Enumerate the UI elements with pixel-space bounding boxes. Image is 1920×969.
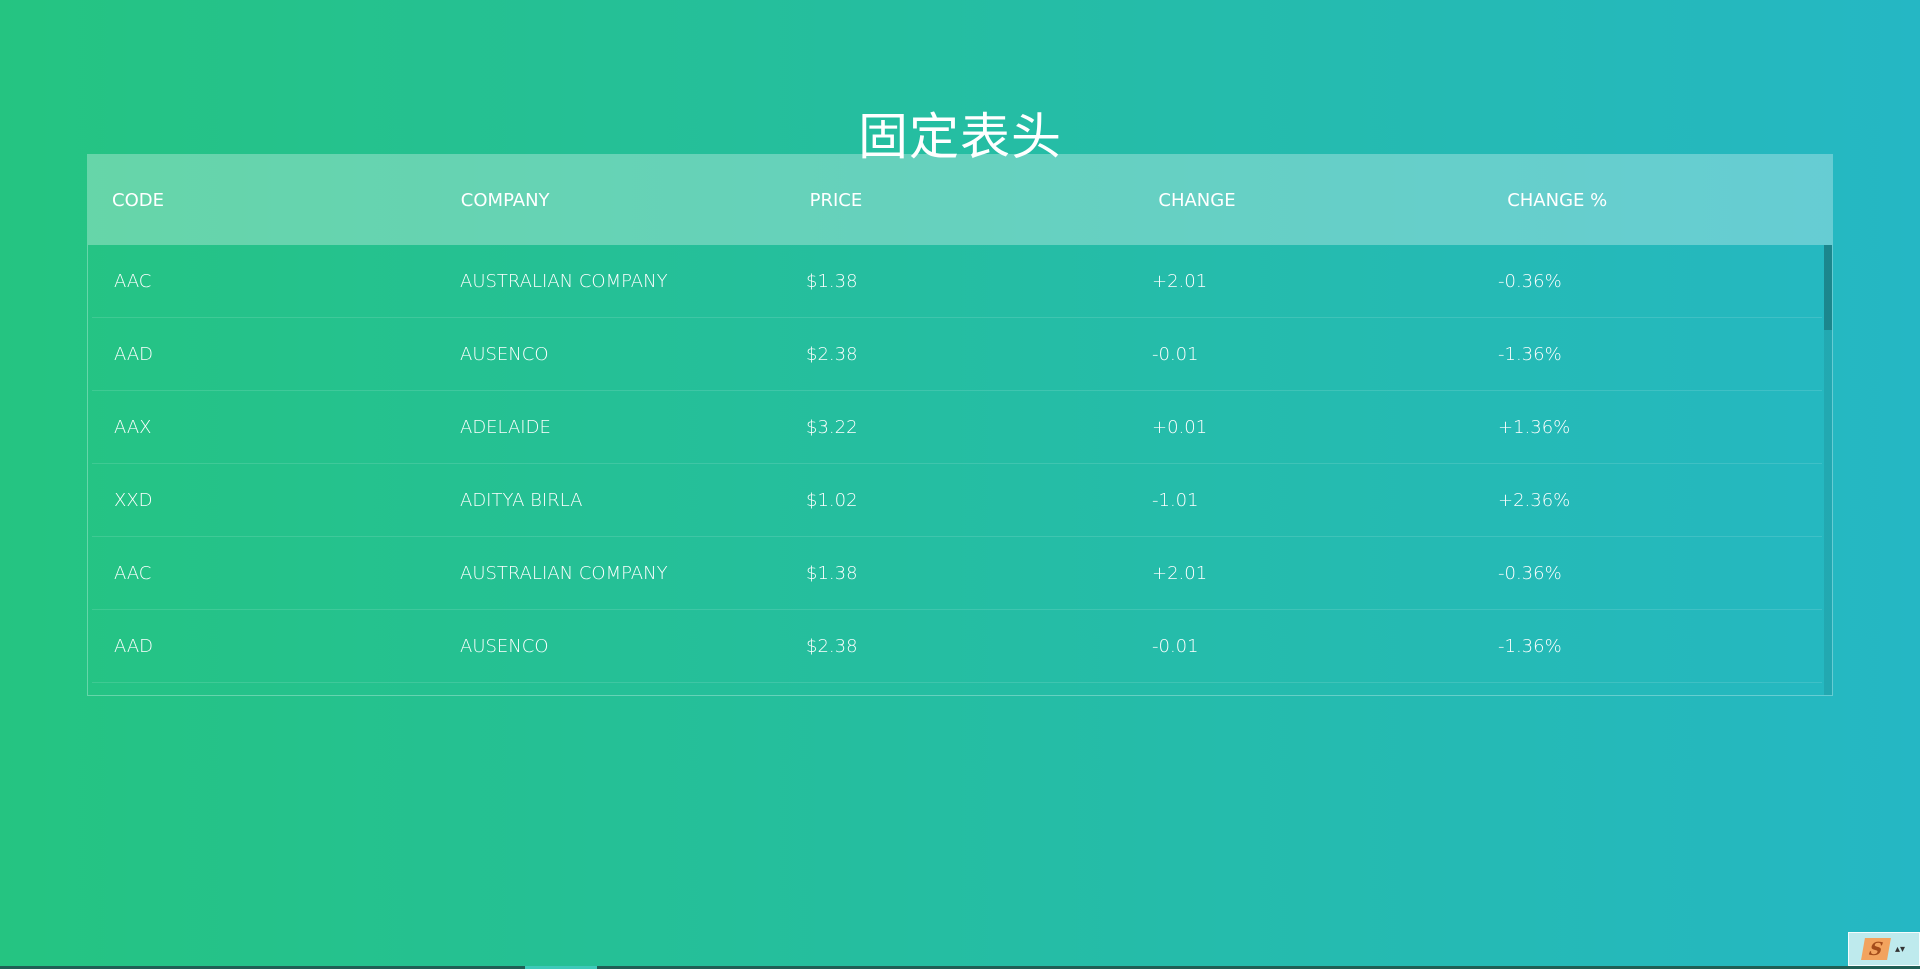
cell-price: $1.02 — [784, 464, 1130, 537]
cell-price: $3.22 — [784, 391, 1130, 464]
cell-change: +2.01 — [1130, 537, 1476, 610]
table-row: AAC AUSTRALIAN COMPANY $1.38 +2.01 -0.36… — [88, 537, 1832, 610]
cell-price: $2.38 — [784, 610, 1130, 683]
cell-change: -1.01 — [1130, 464, 1476, 537]
cell-code: AAX — [92, 391, 438, 464]
cell-company: AUSTRALIAN COMPANY — [438, 245, 784, 318]
cell-price: $1.38 — [784, 537, 1130, 610]
cell-company: AUSENCO — [438, 318, 784, 391]
cell-change: -0.01 — [1130, 318, 1476, 391]
header-price: PRICE — [809, 189, 863, 211]
cell-code: AAC — [92, 537, 438, 610]
table-header: CODE COMPANY PRICE CHANGE CHANGE % — [88, 155, 1832, 245]
header-code: CODE — [112, 189, 164, 211]
cell-company: AUSENCO — [438, 610, 784, 683]
cell-change-percent: -1.36% — [1476, 318, 1822, 391]
cell-change-percent: +2.36% — [1476, 464, 1822, 537]
cell-change-percent: +1.36% — [1476, 391, 1822, 464]
cell-company: ADITYA BIRLA — [438, 464, 784, 537]
cell-price: $2.38 — [784, 318, 1130, 391]
tray-arrows-icon[interactable]: ▴▾ — [1895, 944, 1905, 954]
scrollbar-thumb[interactable] — [1824, 245, 1832, 330]
header-change: CHANGE — [1158, 189, 1236, 211]
input-method-widget[interactable]: S ▴▾ — [1848, 932, 1920, 966]
cell-code: AAD — [92, 610, 438, 683]
table-body-scroll-area[interactable]: AAC AUSTRALIAN COMPANY $1.38 +2.01 -0.36… — [88, 245, 1832, 695]
cell-change: +2.01 — [1130, 245, 1476, 318]
vertical-scrollbar[interactable] — [1824, 245, 1832, 695]
data-table: CODE COMPANY PRICE CHANGE CHANGE % AAC A… — [87, 154, 1833, 696]
cell-change-percent: -1.36% — [1476, 610, 1822, 683]
cell-price: $1.38 — [784, 245, 1130, 318]
header-company: COMPANY — [460, 189, 550, 211]
cell-code: AAC — [92, 245, 438, 318]
cell-change-percent: -0.36% — [1476, 245, 1822, 318]
cell-change: -0.01 — [1130, 610, 1476, 683]
table-row: AAC AUSTRALIAN COMPANY $1.38 +2.01 -0.36… — [88, 245, 1832, 318]
cell-change-percent: -0.36% — [1476, 537, 1822, 610]
cell-code: AAD — [92, 318, 438, 391]
table-row: XXD ADITYA BIRLA $1.02 -1.01 +2.36% — [88, 464, 1832, 537]
header-change-percent: CHANGE % — [1507, 189, 1608, 211]
table-row: AAD AUSENCO $2.38 -0.01 -1.36% — [88, 318, 1832, 391]
cell-company: AUSTRALIAN COMPANY — [438, 537, 784, 610]
cell-code: XXD — [92, 464, 438, 537]
table-row: AAD AUSENCO $2.38 -0.01 -1.36% — [88, 610, 1832, 683]
table-row: AAX ADELAIDE $3.22 +0.01 +1.36% — [88, 391, 1832, 464]
cell-change: +0.01 — [1130, 391, 1476, 464]
cell-company: ADELAIDE — [438, 391, 784, 464]
input-method-logo-icon: S — [1861, 938, 1891, 960]
